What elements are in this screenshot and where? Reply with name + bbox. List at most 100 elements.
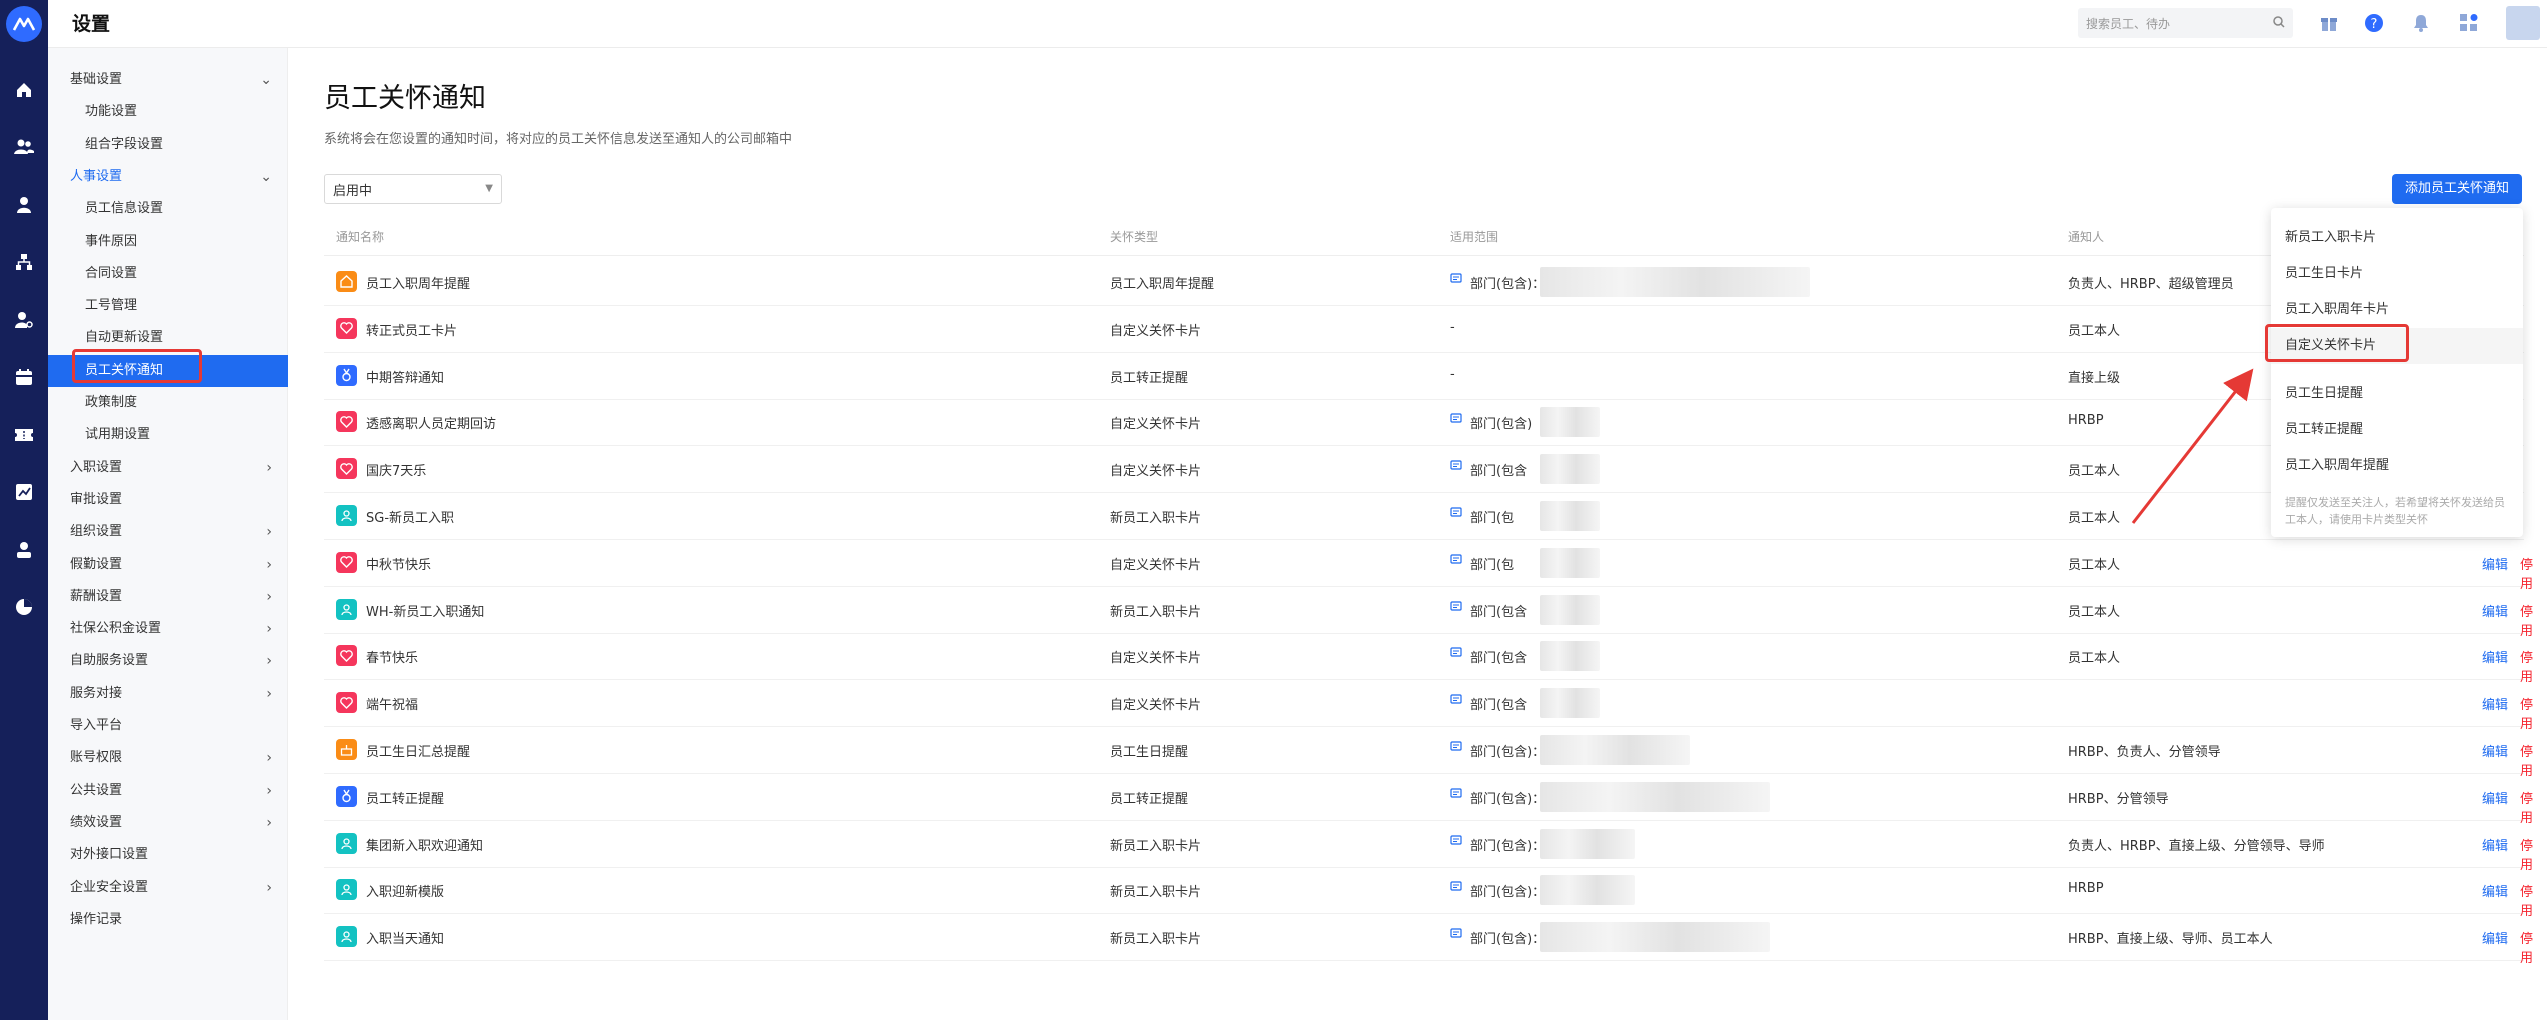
edit-button[interactable]: 编辑 [2482, 554, 2508, 573]
person-icon[interactable] [12, 193, 36, 217]
table-row[interactable]: 员工入职周年提醒 员工入职周年提醒 部门(包含)： 负责人、HRBP、超级管理员 [324, 259, 2524, 306]
table-row[interactable]: 端午祝福 自定义关怀卡片 部门(包含 编辑 停用 [324, 680, 2533, 732]
report-icon[interactable] [12, 480, 36, 504]
edit-button[interactable]: 编辑 [2482, 928, 2508, 947]
sidebar-item[interactable]: 自助服务设置 › [48, 645, 288, 677]
search-input[interactable]: 搜索员工、待办 [2078, 8, 2293, 38]
edit-button[interactable]: 编辑 [2482, 788, 2508, 807]
table-row[interactable]: 春节快乐 自定义关怀卡片 部门(包含 员工本人 编辑 停用 [324, 633, 2533, 685]
sidebar-item[interactable]: 政策制度 [48, 387, 288, 419]
apps-grid-icon[interactable] [2458, 12, 2480, 34]
profile-icon[interactable] [12, 538, 36, 562]
sidebar-item-label: 事件原因 [85, 233, 138, 249]
edit-button[interactable]: 编辑 [2482, 601, 2508, 620]
notice-name: 转正式员工卡片 [366, 323, 458, 339]
sidebar-item[interactable]: 假勤设置 › [48, 549, 288, 581]
sidebar-item[interactable]: 公共设置 › [48, 775, 288, 807]
user-settings-icon[interactable] [12, 308, 36, 332]
calendar-icon[interactable] [12, 365, 36, 389]
sidebar-item[interactable]: 工号管理 [48, 290, 288, 322]
edit-button[interactable]: 编辑 [2482, 694, 2508, 713]
sidebar-item[interactable]: 员工信息设置 [48, 193, 288, 225]
dropdown-item[interactable]: 员工生日卡片 [2271, 256, 2523, 292]
scope-text: 部门(包含)： [1470, 885, 1546, 901]
help-icon[interactable]: ? [2363, 12, 2385, 34]
table-row[interactable]: SG-新员工入职 新员工入职卡片 部门(包 员工本人 [324, 493, 2524, 540]
edit-button[interactable]: 编辑 [2482, 835, 2508, 854]
notifier: HRBP、直接上级、导师、员工本人 [2068, 932, 2273, 948]
notice-name: 春节快乐 [366, 651, 419, 667]
sidebar-item[interactable]: 服务对接 › [48, 678, 288, 710]
add-care-notice-button[interactable]: 添加员工关怀通知 [2392, 174, 2522, 204]
sidebar-item[interactable]: 对外接口设置 [48, 839, 288, 871]
app-logo-icon[interactable] [6, 6, 42, 42]
search-icon[interactable] [2273, 16, 2285, 31]
sidebar-item[interactable]: 组织设置 › [48, 516, 288, 548]
sidebar-item-label: 企业安全设置 [70, 879, 149, 895]
notifier: 负责人、HRBP、超级管理员 [2068, 277, 2234, 292]
notice-name: 入职迎新模版 [366, 885, 445, 901]
table-row[interactable]: 员工转正提醒 员工转正提醒 部门(包含)： HRBP、分管领导 编辑 停用 [324, 774, 2533, 826]
avatar[interactable] [2506, 6, 2540, 40]
sidebar-item[interactable]: 入职设置 › [48, 452, 288, 484]
sidebar-item[interactable]: 事件原因 [48, 226, 288, 258]
sidebar-item[interactable]: 人事设置 ⌄ [48, 161, 288, 193]
sidebar-item[interactable]: 绩效设置 › [48, 807, 288, 839]
sidebar-item[interactable]: 导入平台 [48, 710, 288, 742]
gift-icon[interactable] [2318, 12, 2340, 34]
table-row[interactable]: WH-新员工入职通知 新员工入职卡片 部门(包含 员工本人 编辑 停用 [324, 587, 2533, 639]
heart-icon [336, 692, 357, 714]
table-row[interactable]: 员工生日汇总提醒 员工生日提醒 部门(包含)： HRBP、负责人、分管领导 编辑 停用 [324, 727, 2533, 779]
table-row[interactable]: 中秋节快乐 自定义关怀卡片 部门(包 员工本人 编辑 停用 [324, 540, 2533, 592]
table-row[interactable]: 入职当天通知 新员工入职卡片 部门(包含)： HRBP、直接上级、导师、员工本人 编辑停… [324, 914, 2533, 966]
table-row[interactable]: 入职迎新模版 新员工入职卡片 部门(包含)： HRBP 编辑 停用 [324, 867, 2533, 919]
edit-button[interactable]: 编辑 [2482, 647, 2508, 666]
table-row[interactable]: 国庆7天乐 自定义关怀卡片 部门(包含 员工本人 [324, 446, 2524, 494]
home-icon[interactable] [12, 78, 36, 102]
notice-name: 国庆7天乐 [366, 464, 427, 480]
care-type: 新员工入职卡片 [1110, 838, 1202, 854]
team-icon[interactable] [12, 135, 36, 159]
medal-icon [336, 785, 357, 807]
dropdown-item[interactable]: 员工入职周年提醒 [2271, 448, 2523, 484]
dropdown-item[interactable]: 员工入职周年卡片 [2271, 292, 2523, 328]
chevron-down-icon: ⌄ [260, 168, 272, 185]
sidebar-item[interactable]: 试用期设置 [48, 419, 288, 451]
scope-icon [1450, 553, 1462, 569]
table-row[interactable]: 中期答辩通知 员工转正提醒 - 直接上级 [324, 353, 2524, 400]
dropdown-item[interactable]: 员工生日提醒 [2271, 376, 2523, 412]
sidebar-item-label: 基础设置 [70, 72, 123, 87]
org-chart-icon[interactable] [12, 250, 36, 274]
sidebar-item-label: 绩效设置 [70, 814, 123, 830]
sidebar-item[interactable]: 基础设置 ⌄ [48, 64, 288, 96]
dropdown-item[interactable]: 员工转正提醒 [2271, 412, 2523, 448]
dropdown-item[interactable]: 新员工入职卡片 [2271, 220, 2523, 256]
edit-button[interactable]: 编辑 [2482, 741, 2508, 760]
table-row[interactable]: 集团新入职欢迎通知 新员工入职卡片 部门(包含)： 负责人、HRBP、直接上级、分管领… [324, 821, 2533, 873]
analytics-pie-icon[interactable] [12, 595, 36, 619]
table-row[interactable]: 转正式员工卡片 自定义关怀卡片 - 员工本人 [324, 306, 2524, 353]
sidebar-item[interactable]: 合同设置 [48, 258, 288, 290]
sidebar-item[interactable]: 功能设置 [48, 96, 288, 128]
ticket-icon[interactable] [12, 423, 36, 447]
status-filter-select[interactable]: 启用中 ▼ [324, 174, 502, 204]
sidebar-item-label: 账号权限 [70, 750, 123, 766]
care-type: 自定义关怀卡片 [1110, 651, 1202, 667]
table-row[interactable]: 透感离职人员定期回访 自定义关怀卡片 部门(包含) HRBP [324, 399, 2524, 447]
disable-button[interactable]: 停用 [2520, 928, 2533, 966]
bell-icon[interactable] [2410, 12, 2432, 34]
care-type: 员工转正提醒 [1110, 370, 1189, 386]
sidebar-item[interactable]: 薪酬设置 › [48, 581, 288, 613]
sidebar-item[interactable]: 账号权限 › [48, 742, 288, 774]
sidebar-item[interactable]: 审批设置 [48, 484, 288, 516]
notice-name: WH-新员工入职通知 [366, 604, 485, 620]
col-header-scope: 适用范围 [1450, 230, 1499, 244]
sidebar-item[interactable]: 操作记录 [48, 904, 288, 936]
icon-rail [0, 0, 48, 1020]
edit-button[interactable]: 编辑 [2482, 881, 2508, 900]
sidebar-item[interactable]: 组合字段设置 [48, 129, 288, 161]
care-type: 新员工入职卡片 [1110, 511, 1202, 526]
sidebar-item[interactable]: 社保公积金设置 › [48, 613, 288, 645]
sidebar-item[interactable]: 企业安全设置 › [48, 872, 288, 904]
heart-icon [336, 317, 357, 339]
